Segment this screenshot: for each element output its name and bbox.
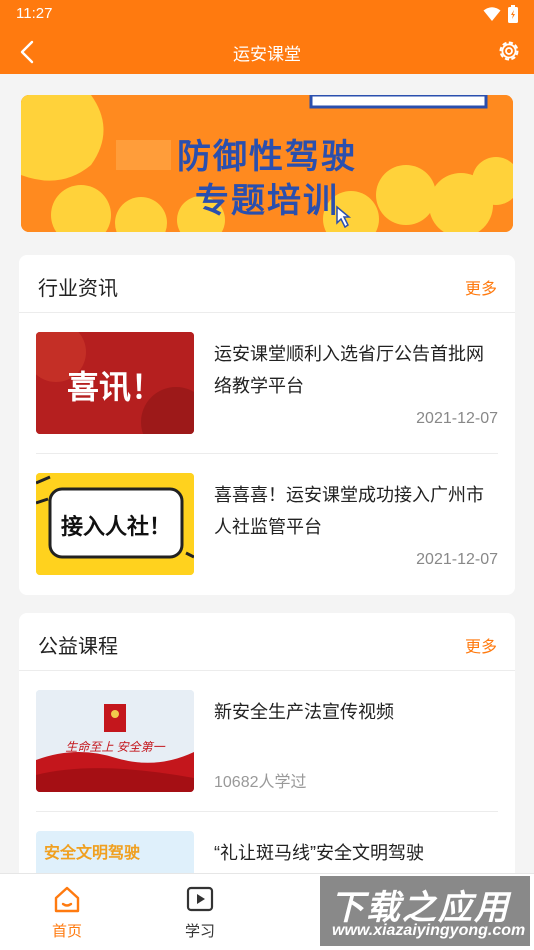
- courses-section: 公益课程 更多 生命至上 安全第一 新安全生产法宣传视频 10682人学过 安全…: [19, 613, 515, 893]
- courses-section-header: 公益课程 更多: [19, 613, 515, 671]
- app-bar: 运安课堂: [0, 28, 534, 74]
- news-item-date: 2021-12-07: [416, 410, 498, 427]
- course-item-title: 新安全生产法宣传视频: [214, 702, 394, 722]
- news-thumbnail-text: 接入人社！: [60, 514, 171, 539]
- news-thumbnail: 接入人社！: [36, 473, 194, 575]
- divider: [36, 811, 498, 812]
- course-item[interactable]: 生命至上 安全第一 新安全生产法宣传视频 10682人学过: [36, 690, 498, 810]
- course-item-title: “礼让斑马线”安全文明驾驶: [214, 843, 424, 863]
- play-video-icon: [186, 886, 214, 912]
- course-thumbnail: 安全文明驾驶: [36, 831, 194, 873]
- course-thumbnail-text: 生命至上 安全第一: [65, 740, 165, 754]
- tab-home[interactable]: 首页: [17, 874, 117, 950]
- news-section-title: 行业资讯: [38, 278, 118, 300]
- wifi-icon: [483, 7, 501, 21]
- news-item[interactable]: 喜讯！ 运安课堂顺利入选省厅公告首批网络教学平台 2021-12-07: [36, 332, 498, 452]
- status-time: 11:27: [16, 5, 53, 22]
- course-thumbnail: 生命至上 安全第一: [36, 690, 194, 792]
- news-item-title: 喜喜喜！运安课堂成功接入广州市人社监管平台: [214, 485, 484, 537]
- divider: [36, 453, 498, 454]
- news-item-date: 2021-12-07: [416, 551, 498, 568]
- site-watermark: 下载之应用 www.xiazaiyingyong.com: [320, 876, 530, 946]
- courses-section-title: 公益课程: [38, 636, 118, 658]
- page-title: 运安课堂: [233, 45, 301, 64]
- tab-study-label: 学习: [184, 923, 215, 940]
- promo-banner[interactable]: 防御性驾驶 专题培训: [21, 95, 513, 232]
- news-section-header: 行业资讯 更多: [19, 255, 515, 313]
- news-item[interactable]: 接入人社！ 喜喜喜！运安课堂成功接入广州市人社监管平台 2021-12-07: [36, 473, 498, 593]
- battery-icon: [508, 5, 518, 23]
- news-item-title: 运安课堂顺利入选省厅公告首批网络教学平台: [214, 344, 484, 396]
- banner-title-line1: 防御性驾驶: [177, 138, 357, 176]
- gear-icon[interactable]: [496, 38, 522, 64]
- tab-home-label: 首页: [51, 923, 82, 940]
- news-section: 行业资讯 更多 喜讯！ 运安课堂顺利入选省厅公告首批网络教学平台 2021-12…: [19, 255, 515, 595]
- course-learners: 10682人学过: [214, 774, 307, 791]
- news-thumbnail: 喜讯！: [36, 332, 194, 434]
- course-thumbnail-text: 安全文明驾驶: [44, 845, 141, 862]
- courses-more-link[interactable]: 更多: [465, 633, 497, 657]
- home-icon: [54, 886, 80, 913]
- watermark-url: www.xiazaiyingyong.com: [332, 922, 526, 939]
- banner-title-line2: 专题培训: [195, 182, 339, 220]
- course-item[interactable]: 安全文明驾驶 “礼让斑马线”安全文明驾驶: [36, 831, 498, 873]
- news-more-link[interactable]: 更多: [465, 275, 497, 299]
- tab-study[interactable]: 学习: [150, 874, 250, 950]
- news-thumbnail-text: 喜讯！: [66, 369, 163, 405]
- status-bar: 11:27: [0, 0, 534, 28]
